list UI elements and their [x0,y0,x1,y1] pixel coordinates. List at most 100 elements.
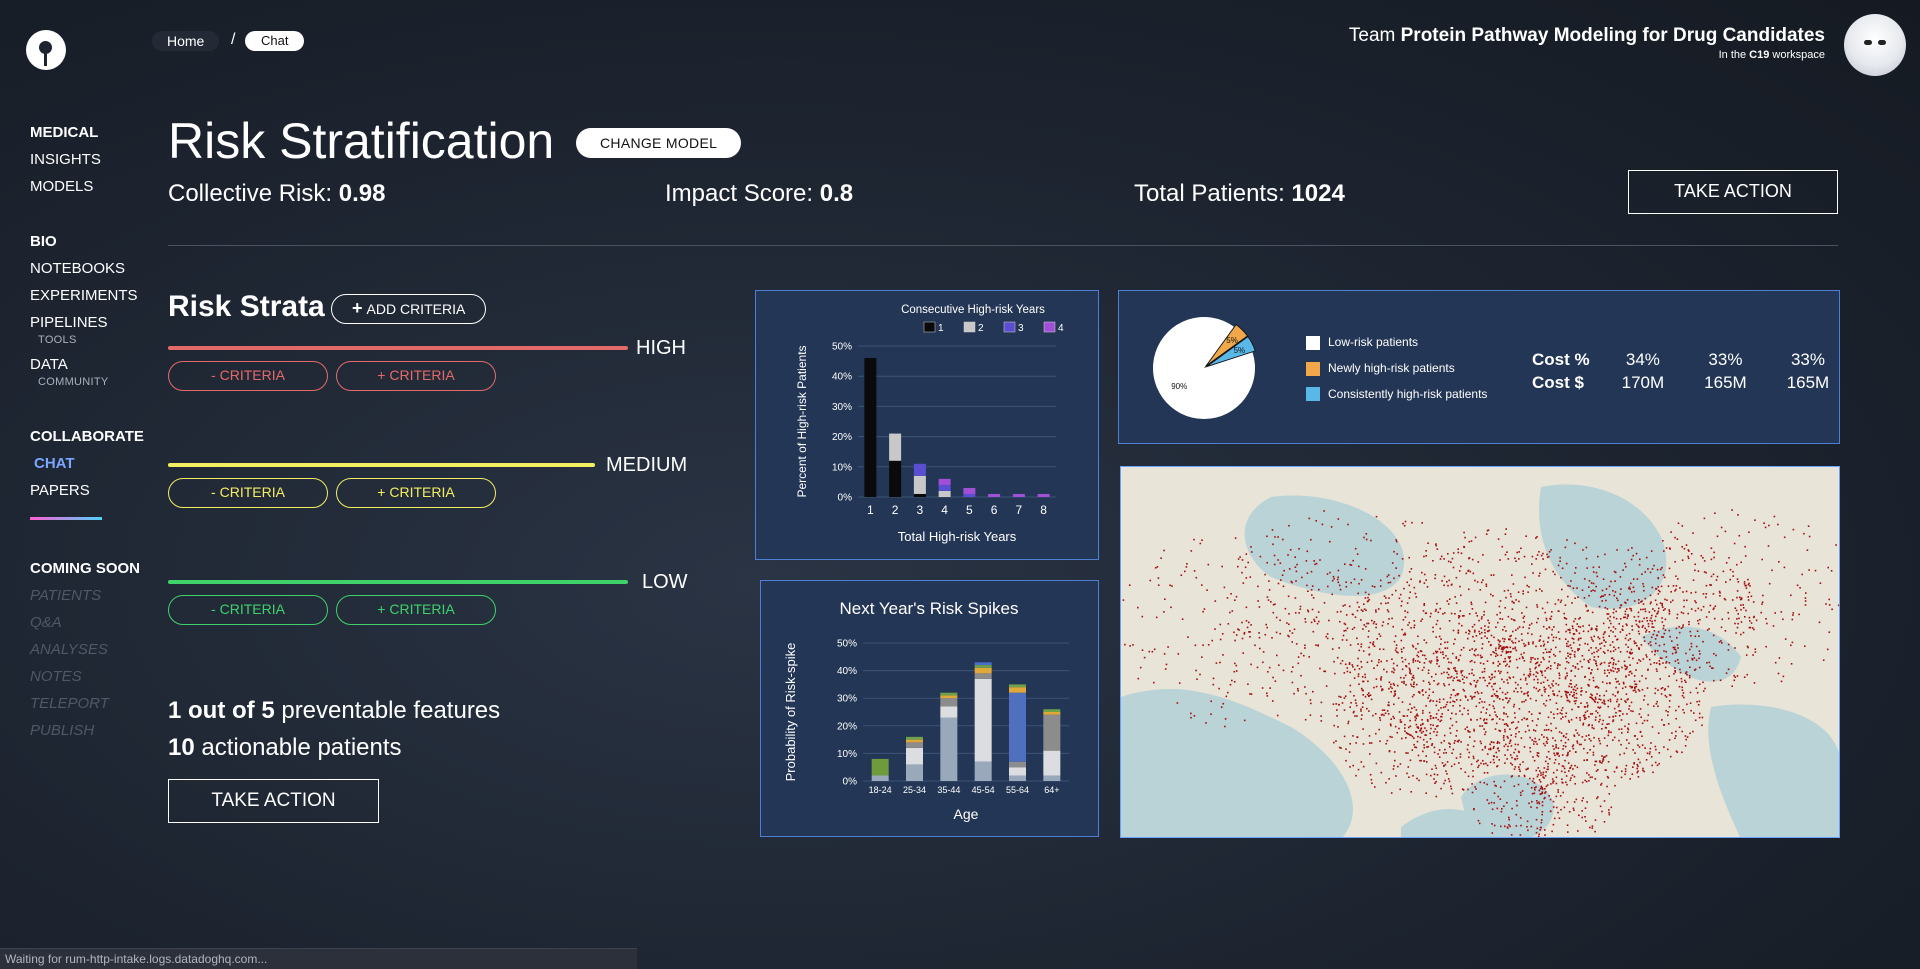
sidebar-header-bio[interactable]: BIO [30,233,150,250]
bar-segment[interactable] [1037,493,1050,497]
bar-segment[interactable] [889,460,902,497]
high-minus-criteria-button[interactable]: - CRITERIA [168,361,328,391]
bar-segment[interactable] [889,433,902,461]
bar-segment[interactable] [906,739,923,743]
sidebar-item-data[interactable]: DATA [30,356,150,373]
breadcrumb-current[interactable]: Chat [245,31,305,51]
bar-segment[interactable] [1009,687,1026,693]
patient-density-map[interactable] [1120,466,1840,838]
sidebar-subitem-tools[interactable]: TOOLS [38,334,150,346]
map-dot [1565,695,1568,697]
bar-segment[interactable] [1012,493,1025,497]
bar-segment[interactable] [1009,761,1026,768]
sidebar-header-medical[interactable]: MEDICAL [30,124,150,141]
map-dot [1536,800,1538,802]
map-dot [1474,629,1476,632]
map-dot [1454,667,1456,669]
map-dot [1586,759,1588,761]
map-dot [1656,603,1658,606]
map-dot [1578,743,1581,746]
add-criteria-button[interactable]: + ADD CRITERIA [331,294,487,324]
bar-segment[interactable] [906,747,923,765]
sidebar-header-collaborate[interactable]: COLLABORATE [30,428,150,445]
sidebar-item-papers[interactable]: PAPERS [30,482,150,499]
sidebar-item-insights[interactable]: INSIGHTS [30,151,150,168]
map-dot [1521,718,1523,721]
bar-segment[interactable] [940,698,958,707]
map-dot [1262,651,1265,653]
sidebar-subitem-community[interactable]: COMMUNITY [38,376,150,388]
user-avatar[interactable] [1844,14,1906,76]
bar-segment[interactable] [1009,767,1026,776]
map-dot [1509,728,1511,730]
breadcrumb-home[interactable]: Home [152,31,220,51]
medium-minus-criteria-button[interactable]: - CRITERIA [168,478,328,508]
low-minus-criteria-button[interactable]: - CRITERIA [168,595,328,625]
high-plus-criteria-button[interactable]: + CRITERIA [336,361,496,391]
map-dot [1552,685,1554,687]
map-dot [1557,791,1559,793]
bar-segment[interactable] [938,484,951,491]
bar-segment[interactable] [963,493,976,497]
bar-segment[interactable] [938,478,951,485]
bar-segment[interactable] [871,758,889,776]
bar-segment[interactable] [1043,709,1061,712]
map-dot [1433,746,1436,749]
map-dot [1493,755,1495,758]
bar-segment[interactable] [1009,692,1026,762]
map-dot [1268,666,1271,669]
bar-segment[interactable] [1009,775,1026,781]
bar-segment[interactable] [963,487,976,494]
bar-segment[interactable] [913,493,926,497]
map-dot [1415,709,1418,711]
map-dot [1343,672,1346,674]
map-dot [1626,624,1628,627]
map-dot [1649,619,1651,622]
bar-segment[interactable] [974,673,992,679]
low-plus-criteria-button[interactable]: + CRITERIA [336,595,496,625]
medium-plus-criteria-button[interactable]: + CRITERIA [336,478,496,508]
bar-segment[interactable] [906,742,923,748]
bar-segment[interactable] [974,667,992,674]
bar-segment[interactable] [974,662,992,666]
sidebar-item-chat[interactable]: CHAT [30,455,150,472]
bar-segment[interactable] [940,692,958,696]
take-action-button-top[interactable]: TAKE ACTION [1628,170,1838,214]
map-dot [1489,743,1491,746]
bar-segment[interactable] [988,493,1001,497]
map-dot [1408,726,1410,729]
bar-segment[interactable] [1043,775,1061,781]
sidebar-item-experiments[interactable]: EXPERIMENTS [30,287,150,304]
bar-segment[interactable] [974,678,992,762]
bar-segment[interactable] [1043,712,1061,715]
bar-segment[interactable] [913,475,926,494]
take-action-button-bottom[interactable]: TAKE ACTION [168,779,379,823]
map-dot [1195,576,1198,579]
map-dot [1643,719,1646,722]
bar-segment[interactable] [906,736,923,740]
change-model-button[interactable]: CHANGE MODEL [576,128,742,158]
y-tick-label: 20% [837,721,857,732]
bar-segment[interactable] [938,490,951,497]
bar-segment[interactable] [1043,714,1061,751]
bar-segment[interactable] [864,358,877,497]
bar-segment[interactable] [940,717,958,781]
map-dot [1697,607,1700,610]
map-dot [1234,599,1236,601]
bar-segment[interactable] [913,463,926,476]
sidebar-item-pipelines[interactable]: PIPELINES [30,314,150,331]
bar-segment[interactable] [906,764,923,781]
app-logo[interactable] [26,30,66,70]
map-dot [1482,554,1484,556]
bar-segment[interactable] [940,706,958,718]
bar-segment[interactable] [1043,750,1061,776]
sidebar-item-notebooks[interactable]: NOTEBOOKS [30,260,150,277]
map-dot [1642,585,1645,588]
bar-segment[interactable] [974,665,992,668]
map-dot [1531,720,1534,722]
bar-segment[interactable] [940,695,958,699]
bar-segment[interactable] [974,761,992,781]
sidebar-item-models[interactable]: MODELS [30,178,150,195]
bar-segment[interactable] [871,775,889,781]
bar-segment[interactable] [1009,684,1026,688]
